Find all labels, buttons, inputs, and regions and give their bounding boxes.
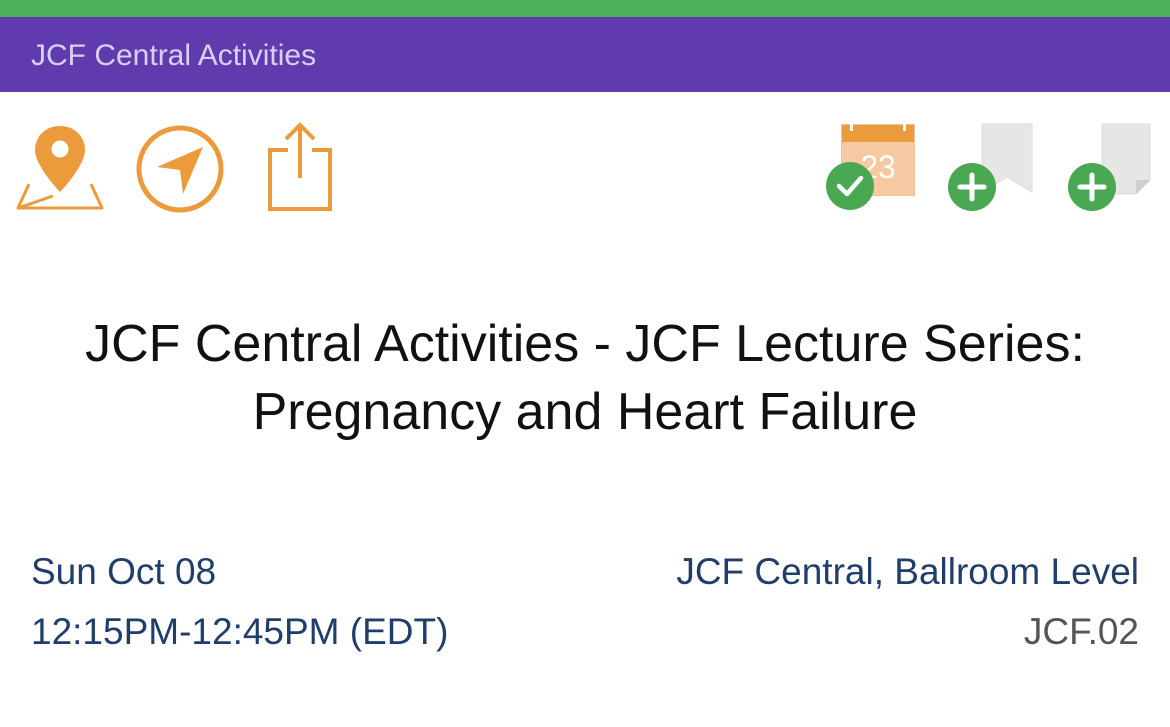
map-pin-icon[interactable] bbox=[15, 126, 105, 212]
share-icon[interactable] bbox=[266, 120, 334, 212]
event-date: Sun Oct 08 bbox=[31, 551, 217, 592]
top-accent-stripe bbox=[0, 0, 1170, 17]
header-title: JCF Central Activities bbox=[31, 38, 317, 72]
navigation-arrow-icon[interactable] bbox=[136, 125, 226, 215]
header-bar: JCF Central Activities bbox=[0, 17, 1170, 92]
event-time: 12:15PM-12:45PM (EDT) bbox=[31, 611, 449, 652]
calendar-added-icon[interactable]: 23 bbox=[826, 122, 918, 212]
add-note-icon[interactable] bbox=[1066, 122, 1156, 212]
event-code: JCF.02 bbox=[1023, 611, 1139, 652]
add-bookmark-icon[interactable] bbox=[946, 122, 1036, 212]
event-title: JCF Central Activities - JCF Lecture Ser… bbox=[85, 315, 1085, 441]
event-location[interactable]: JCF Central, Ballroom Level bbox=[676, 553, 1139, 590]
